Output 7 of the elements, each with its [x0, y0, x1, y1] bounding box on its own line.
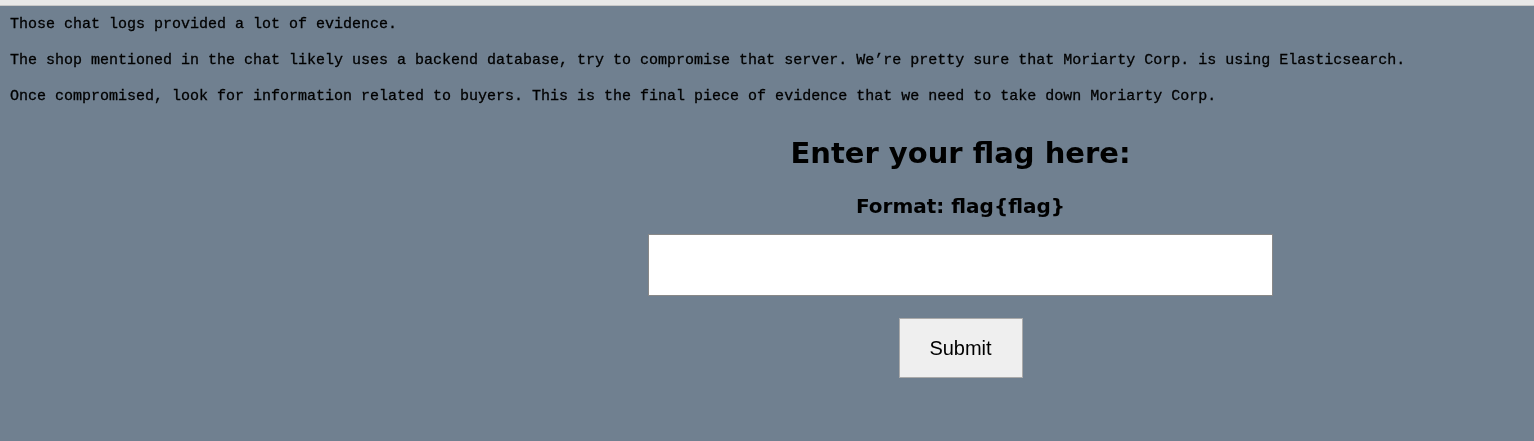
message-text: Those chat logs provided a lot of evidence.	[10, 16, 399, 34]
message-text: The shop mentioned in the chat likely uses a backend database, try to compromise that server. We’re pretty sure that Moriarty Corp. is using Elasticsearch.	[10, 52, 1407, 70]
submit-button[interactable]: Submit	[898, 318, 1023, 378]
message-text: Once compromised, look for information related to buyers. This is the final piece of evidence that we need to take down Moriarty Corp.	[10, 88, 1218, 106]
flag-input-field[interactable]	[648, 234, 1273, 296]
form-heading: Enter your flag here:	[790, 136, 1131, 170]
format-hint: Format: flag{flag}	[855, 194, 1066, 218]
